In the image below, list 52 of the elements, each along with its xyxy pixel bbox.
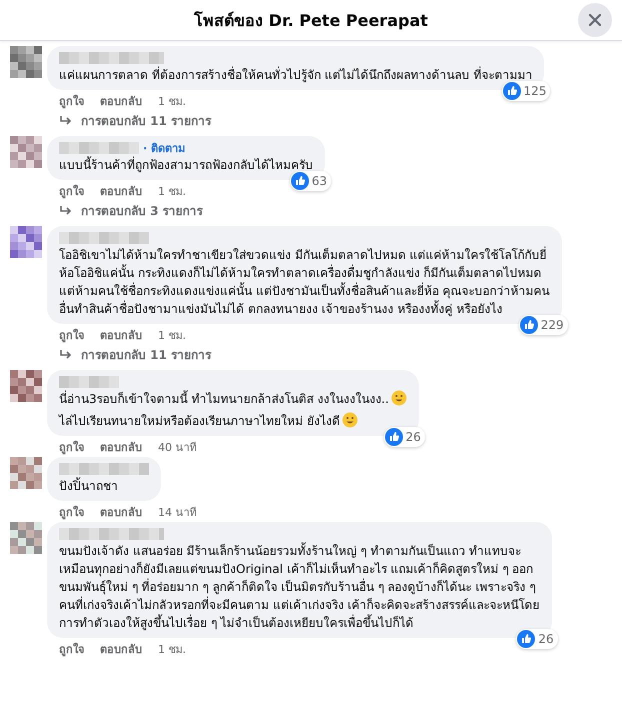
- reaction-badge[interactable]: 125: [502, 81, 550, 101]
- like-icon: [290, 172, 309, 190]
- reply-link[interactable]: ตอบกลับ: [100, 182, 142, 200]
- avatar[interactable]: [10, 370, 42, 402]
- comment-text: แบบนี้ร้านค้าที่ถูกฟ้องสามารถฟ้องกลับได้ไหมครับ: [59, 156, 313, 174]
- like-icon: [517, 630, 536, 648]
- avatar[interactable]: [10, 46, 42, 78]
- reaction-badge[interactable]: 229: [518, 315, 568, 335]
- like-link[interactable]: ถูกใจ: [59, 503, 84, 521]
- reply-arrow-icon: [59, 204, 73, 216]
- dialog-title: โพสต์ของ Dr. Pete Peerapat: [194, 10, 428, 32]
- timestamp: 1 ชม.: [158, 642, 186, 658]
- comment-text: ขนมปังเจ้าดัง แสนอร่อย มีร้านเล็กร้านน้อยรวมทั้งร้านใหญ่ ๆ ทำตามกันเป็นแถว ทำแทบจะ เหมือนทุกอย่างก็ยังมีเลยแต่ขนมปังOriginal เค้าก็ไม่เห็นทำอะไร แถมเค้าก็คิดสูตรใหม่ ๆ ออก ขนมพันธุ์ใหม่ ๆ ที่อร่อยมาก ๆ ลูกค้าก็ติดใจ เป็นมิตรกับร้านอื่น ๆ ลองดูบ้างก็ได้นะ เพราะจริง ๆ คนที่เก่งจริงเค้าไม่กลัวหรอกที่จะมีคนตาม แต่เค้าเก่งจริง เค้าก็จะคิดจะสร้างสรรค์และจะหนีโดย การทำตัวเองให้สูงขึ้นไปเรื่อย ๆ ไม่จำเป็นต้องเหยียบใครเพื่อขึ้นไปก็ได้: [59, 542, 540, 632]
- avatar[interactable]: [10, 457, 42, 489]
- reply-link[interactable]: ตอบกลับ: [100, 92, 142, 110]
- like-icon: [502, 82, 521, 100]
- close-button[interactable]: [578, 3, 612, 37]
- comment-text: แค่แผนการตลาด ที่ต้องการสร้างชื่อให้คนทั่วไปรู้จัก แต่ไม่ได้นึกถึงผลทางด้านลบ ที่จะตามมา: [59, 66, 532, 84]
- reply-arrow-icon: [59, 348, 73, 360]
- comment-text: ไล่ไปเรียนทนายใหม่หรือต้องเรียนภาษาไทยใหม่ ยังไงดี: [59, 412, 407, 430]
- like-icon: [384, 428, 403, 446]
- view-replies-link[interactable]: การตอบกลับ 11 รายการ: [47, 109, 212, 134]
- close-icon: [588, 13, 602, 27]
- reaction-badge[interactable]: 26: [516, 629, 558, 649]
- like-link[interactable]: ถูกใจ: [59, 640, 84, 658]
- reply-link[interactable]: ตอบกลับ: [100, 326, 142, 344]
- reply-arrow-icon: [59, 114, 73, 126]
- comment-text: ปังปิ้นาถชา: [59, 477, 119, 495]
- follow-link[interactable]: · ติดตาม: [143, 139, 186, 157]
- like-link[interactable]: ถูกใจ: [59, 182, 84, 200]
- reaction-badge[interactable]: 63: [290, 171, 331, 191]
- comment-text: นี่อ่าน3รอบก็เข้าใจตามนี้ ทำไมทนายกล้าส่งโนติส งงในงงในงง..: [59, 390, 407, 408]
- timestamp: 1 ชม.: [158, 184, 186, 200]
- like-icon: [520, 316, 538, 334]
- timestamp: 40 นาที: [158, 440, 196, 456]
- reply-link[interactable]: ตอบกลับ: [100, 503, 142, 521]
- view-replies-link[interactable]: การตอบกลับ 11 รายการ: [47, 343, 212, 368]
- like-link[interactable]: ถูกใจ: [59, 92, 84, 110]
- timestamp: 1 ชม.: [158, 328, 186, 344]
- like-link[interactable]: ถูกใจ: [59, 438, 84, 456]
- reply-link[interactable]: ตอบกลับ: [100, 640, 142, 658]
- reaction-badge[interactable]: 26: [384, 427, 425, 447]
- comment-text: โออิชิเขาไม่ได้ห้ามใครทำชาเขียวใส่ขวดแข่ง มีกันเต็มตลาดไปหมด แต่แค่ห้ามใครใช้โลโก้กับยี่ ห้อโออิชิแค่นั้น กระทิงแดงก็ไม่ได้ห้ามใครทำตลาดเครื่องดื่มชูกำลังแข่ง ก็มีกันเต็มตลาดไปหมด แต่ห้ามคนใช้ชื่อกระทิงแดงแข่งแค่นั้น แต่ปังชามันเป็นทั้งชื่อสินค้าและยี่ห้อ คุณจะบอกว่าห้ามคน อื่นทำสินค้าชื่อปังชามาแข่งมันไม่ได้ ตกลงทนายงง เจ้าของร้านงง หรืองงทั้งคู่ หรือยังไง: [59, 246, 550, 318]
- timestamp: 14 นาที: [158, 505, 196, 521]
- reply-link[interactable]: ตอบกลับ: [100, 438, 142, 456]
- avatar[interactable]: [10, 226, 42, 258]
- blurred-name: [59, 376, 119, 388]
- like-link[interactable]: ถูกใจ: [59, 326, 84, 344]
- avatar[interactable]: [10, 136, 42, 168]
- timestamp: 1 ชม.: [158, 94, 186, 110]
- avatar[interactable]: [10, 522, 42, 554]
- view-replies-link[interactable]: การตอบกลับ 3 รายการ: [47, 199, 203, 224]
